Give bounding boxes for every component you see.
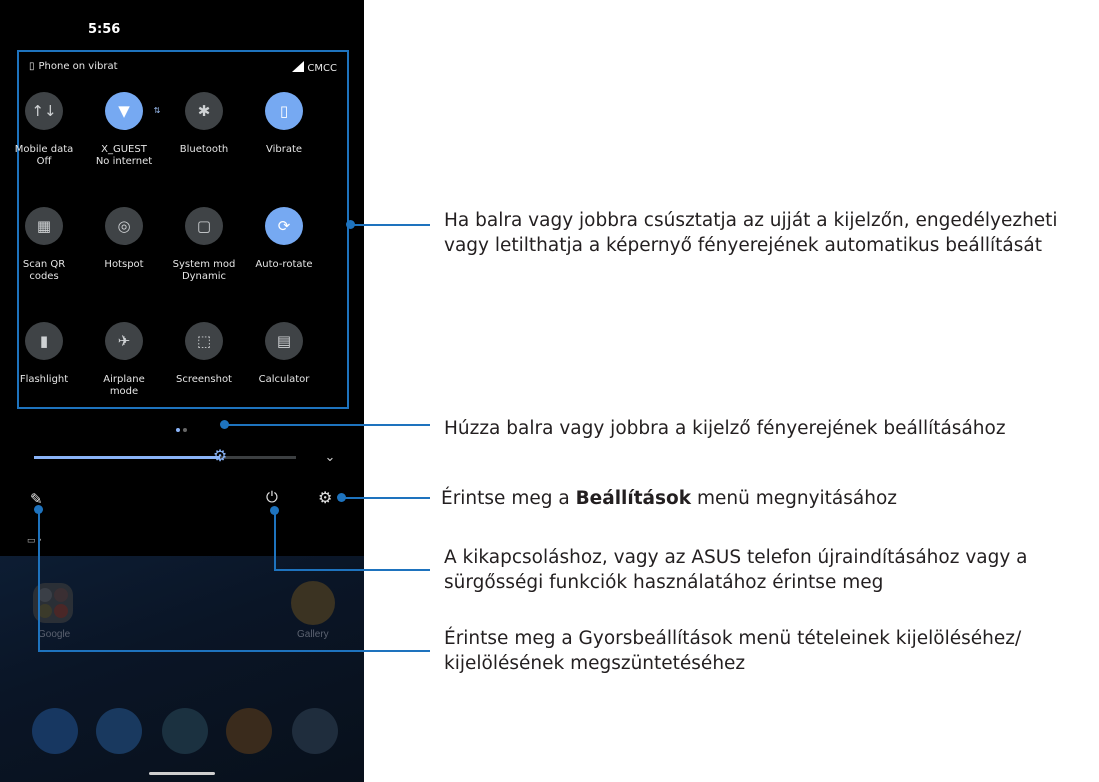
chrome-icon[interactable] [226,708,272,754]
power-icon[interactable]: ⏻ [266,489,278,506]
page-dot-active [176,428,180,432]
flashlight-icon[interactable]: ▮ [25,322,63,360]
tile-qr-code[interactable]: ▦ Scan QR codes [4,207,84,283]
vibrate-icon[interactable]: ▯ [265,92,303,130]
status-time: 5:56 [88,22,121,37]
hotspot-icon[interactable]: ◎ [105,207,143,245]
tile-sublabel: Dynamic [181,271,227,282]
callout-swipe-text: Ha balra vagy jobbra csúsztatja az ujját… [444,210,1058,256]
gear-icon[interactable]: ⚙ [318,488,332,508]
phone-app-icon[interactable] [32,708,78,754]
phone-screen: 5:56 ▯ Phone on vibrat CMCC ↑↓ Mobile data… [0,0,364,782]
tile-label: Mobile data [14,144,74,155]
tile-mobile-data[interactable]: ↑↓ Mobile data Off [4,92,84,168]
tile-auto-rotate[interactable]: ⟳ Auto-rotate [244,207,324,271]
tile-label: Bluetooth [179,144,229,155]
brightness-fill [34,456,221,459]
tile-label: Scan QR [22,259,66,270]
screenshot-icon[interactable]: ⬚ [185,322,223,360]
tile-airplane[interactable]: ✈ Airplane mode [84,322,164,398]
tile-hotspot[interactable]: ◎ Hotspot [84,207,164,271]
gallery-icon[interactable] [291,581,335,625]
brightness-thumb-icon[interactable]: ⚙ [209,446,231,468]
callout-settings-text: Érintse meg a Beállítások menü megnyitás… [441,488,897,509]
callout-line-panel [352,224,430,226]
vibrate-status-text: Phone on vibrat [38,61,118,72]
tile-sublabel: mode [109,386,139,397]
callout-line-settings [343,497,430,499]
tile-label: Airplane [103,374,145,385]
page-indicator [176,419,190,437]
callout-line-power-v [274,510,276,570]
callout-brightness-text: Húzza balra vagy jobbra a kijelző fényer… [444,418,1006,439]
signal-icon [292,61,305,72]
wifi-icon[interactable]: ▼ [105,92,143,130]
tile-label: Flashlight [19,374,69,385]
camera-app-icon[interactable] [292,708,338,754]
tile-label: Calculator [258,374,310,385]
callout-line-edit-h [38,650,430,652]
tile-wifi[interactable]: ▼ ⇅ X_GUEST No internet [84,92,164,168]
tile-screenshot[interactable]: ⬚ Screenshot [164,322,244,386]
gallery-label: Gallery [297,629,329,640]
callout-line-power-h [274,569,430,571]
callout-line-brightness [224,424,430,426]
callout-power-text: A kikapcsoláshoz, vagy az ASUS telefon ú… [444,547,1028,593]
mobile-data-icon[interactable]: ↑↓ [25,92,63,130]
tile-sublabel: Off [36,156,52,167]
tile-label: Hotspot [104,259,144,270]
qr-code-icon[interactable]: ▦ [25,207,63,245]
tile-label: Vibrate [265,144,303,155]
vibrate-status-icon: ▯ [29,61,35,72]
chevron-down-icon[interactable]: ⌄ [322,449,338,465]
tile-vibrate[interactable]: ▯ Vibrate [244,92,324,156]
tile-label: X_GUEST [101,144,147,155]
brightness-slider[interactable]: ⚙ [34,448,296,465]
tile-bluetooth[interactable]: ✱ Bluetooth [164,92,244,156]
tile-label: Screenshot [176,374,232,385]
tile-system-mode[interactable]: ▢ System mod Dynamic [164,207,244,283]
tile-flashlight[interactable]: ▮ Flashlight [4,322,84,386]
calculator-icon[interactable]: ▤ [265,322,303,360]
quick-settings-panel[interactable]: ▯ Phone on vibrat CMCC ↑↓ Mobile data Off ▼ ⇅… [15,50,349,409]
tile-sublabel: No internet [95,156,153,167]
system-mode-icon[interactable]: ▢ [185,207,223,245]
carrier-name: CMCC [307,63,337,74]
callout-line-edit-v [38,509,40,651]
tile-sublabel: codes [29,271,59,282]
tile-calculator[interactable]: ▤ Calculator [244,322,324,386]
tile-label: System mod [172,259,236,270]
navigation-handle[interactable] [149,772,215,775]
tile-label: Auto-rotate [255,259,313,270]
google-folder-label: Google [38,629,71,640]
airplane-icon[interactable]: ✈ [105,322,143,360]
play-store-icon[interactable] [162,708,208,754]
auto-rotate-icon[interactable]: ⟳ [265,207,303,245]
callout-edit-text: Érintse meg a Gyorsbeállítások menü téte… [444,628,1022,674]
bluetooth-icon[interactable]: ✱ [185,92,223,130]
messages-app-icon[interactable] [96,708,142,754]
page-dot [183,428,187,432]
notification-row: ▯ Phone on vibrat CMCC [29,61,337,75]
